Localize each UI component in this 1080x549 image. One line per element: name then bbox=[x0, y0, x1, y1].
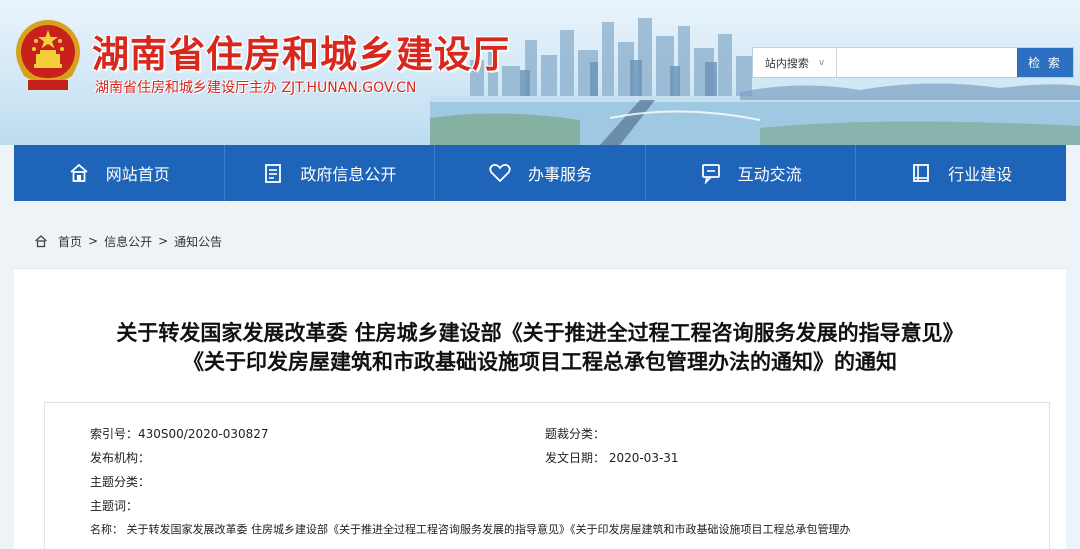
site-subtitle: 湖南省住房和城乡建设厅主办 ZJT.HUNAN.GOV.CN bbox=[95, 80, 417, 96]
search-input[interactable] bbox=[837, 48, 1017, 77]
heart-icon bbox=[489, 164, 511, 183]
search-bar: 站内搜索 v 检 索 bbox=[752, 47, 1074, 78]
metadata-table: 索引号：430S00/2020-030827 题裁分类： 发布机构： 发文日期：… bbox=[44, 402, 1050, 549]
nav-item-label: 行业建设 bbox=[948, 165, 1013, 184]
meta-genre-category: 题裁分类： bbox=[545, 427, 606, 441]
meta-publisher: 发布机构： bbox=[90, 451, 151, 465]
article-title-line: 《关于印发房屋建筑和市政基础设施项目工程总承包管理办法的通知》的通知 bbox=[183, 350, 897, 374]
national-emblem-logo bbox=[16, 20, 80, 90]
nav-item-label: 网站首页 bbox=[105, 165, 170, 184]
nav-item-interaction[interactable]: 互动交流 bbox=[646, 145, 857, 201]
search-button[interactable]: 检 索 bbox=[1017, 48, 1073, 77]
breadcrumb-info-link[interactable]: 信息公开 bbox=[104, 233, 152, 250]
search-scope-label: 站内搜索 bbox=[764, 56, 809, 70]
nav-item-label: 互动交流 bbox=[737, 165, 802, 184]
home-icon bbox=[70, 163, 88, 182]
meta-keywords: 主题词： bbox=[90, 499, 139, 513]
nav-item-label: 办事服务 bbox=[527, 165, 592, 184]
book-icon bbox=[913, 164, 930, 182]
chat-icon bbox=[701, 164, 720, 184]
search-scope-select[interactable]: 站内搜索 v bbox=[753, 48, 837, 77]
breadcrumb-home-link[interactable]: 首页 bbox=[58, 233, 82, 250]
meta-index-number: 索引号：430S00/2020-030827 bbox=[90, 427, 269, 441]
meta-issue-date: 发文日期： 2020-03-31 bbox=[545, 451, 679, 465]
home-icon bbox=[35, 235, 47, 248]
breadcrumb-separator: > bbox=[158, 234, 169, 248]
article-title: 关于转发国家发展改革委 住房城乡建设部《关于推进全过程工程咨询服务发展的指导意见… bbox=[14, 319, 1066, 377]
site-title: 湖南省住房和城乡建设厅 bbox=[92, 33, 510, 76]
document-icon bbox=[265, 164, 282, 183]
breadcrumb: 首页 > 信息公开 > 通知公告 bbox=[14, 220, 1066, 262]
nav-item-home[interactable]: 网站首页 bbox=[14, 145, 225, 201]
main-nav: 网站首页 政府信息公开 办事服务 互动交流 行业建设 bbox=[14, 145, 1066, 201]
breadcrumb-separator: > bbox=[88, 234, 99, 248]
nav-item-industry[interactable]: 行业建设 bbox=[856, 145, 1066, 201]
meta-subject-category: 主题分类： bbox=[90, 475, 151, 489]
meta-name: 名称： 关于转发国家发展改革委 住房城乡建设部《关于推进全过程工程咨询服务发展的… bbox=[90, 523, 851, 536]
breadcrumb-current[interactable]: 通知公告 bbox=[174, 233, 222, 250]
nav-item-gov-info[interactable]: 政府信息公开 bbox=[225, 145, 436, 201]
site-header: 湖南省住房和城乡建设厅 湖南省住房和城乡建设厅主办 ZJT.HUNAN.GOV.… bbox=[0, 0, 1080, 145]
chevron-down-icon: v bbox=[818, 57, 825, 68]
article-title-line: 关于转发国家发展改革委 住房城乡建设部《关于推进全过程工程咨询服务发展的指导意见… bbox=[116, 321, 964, 345]
nav-item-label: 政府信息公开 bbox=[300, 165, 397, 184]
nav-item-services[interactable]: 办事服务 bbox=[435, 145, 646, 201]
article-panel: 关于转发国家发展改革委 住房城乡建设部《关于推进全过程工程咨询服务发展的指导意见… bbox=[14, 268, 1066, 549]
